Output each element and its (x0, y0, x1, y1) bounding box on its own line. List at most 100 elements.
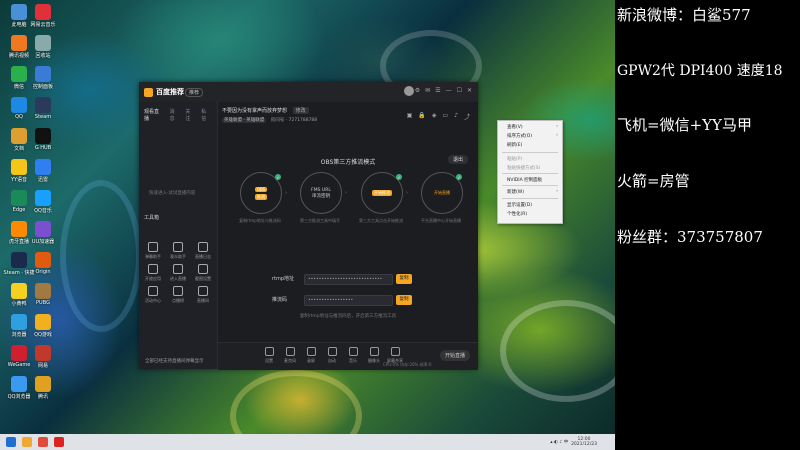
edit-title-button[interactable]: 修改 (292, 107, 309, 114)
bottom-toolbar-item[interactable]: 录屏 (300, 347, 322, 364)
desktop-icon[interactable]: Origin (30, 252, 56, 275)
context-menu-item[interactable]: 刷新(E) (507, 142, 522, 148)
desktop-icon[interactable]: WeGame (6, 345, 32, 368)
taskbar-app-icon[interactable] (54, 437, 64, 447)
close-icon[interactable]: ✕ (467, 87, 472, 94)
desktop-icon-label: 网易云音乐 (30, 22, 56, 28)
desktop-icon[interactable]: 网易云音乐 (30, 4, 56, 28)
toolbox-item[interactable]: 直播日志 (192, 242, 214, 260)
app-title-bar[interactable]: 百度推荐 推荐 ⚙ ✉ ☰ — ☐ ✕ (139, 82, 478, 102)
context-menu-item[interactable]: 粘贴(P) (507, 156, 522, 162)
context-menu-item[interactable]: 显示设置(D) (507, 202, 532, 208)
taskbar: ▴ ◐ ♪ 中 12:00 2021/12/23 (0, 434, 615, 450)
bottom-toolbar-item[interactable]: 音乐 (342, 347, 364, 364)
live-app-window[interactable]: 百度推荐 推荐 ⚙ ✉ ☰ — ☐ ✕ 观看直播 消息 关注 私信 快速进入·试… (139, 82, 478, 370)
desktop-icon[interactable]: QQ游戏 (30, 314, 56, 338)
toolbar-icon (369, 347, 379, 356)
tab-watch[interactable]: 观看直播 (144, 108, 164, 122)
toolbar-icon (285, 347, 295, 356)
desktop[interactable]: 此电脑 网易云音乐腾讯视频 回收站微信 控制面板 QQ Steam 文档 G HUB YY语音 迅… (0, 0, 615, 434)
app-icon (35, 252, 51, 268)
toolbox-item[interactable]: 观众助手 (167, 242, 189, 260)
toolbox-item[interactable]: 进入直播 (167, 264, 189, 282)
toolbox-item[interactable]: 活动中心 (142, 286, 164, 304)
tab-follow[interactable]: 关注 (185, 108, 195, 122)
desktop-icon[interactable]: 迅雷 (30, 159, 56, 183)
toolbox-item[interactable]: 弹幕助手 (142, 242, 164, 260)
bottom-toolbar-item[interactable]: 麦克风 (279, 347, 301, 364)
desktop-icon[interactable]: 小黄鸭 (6, 283, 32, 307)
shop-icon[interactable]: ▣ (407, 112, 413, 121)
desktop-icon[interactable]: PUBG (30, 283, 56, 306)
bottom-toolbar-item[interactable]: 设置 (258, 347, 280, 364)
exit-obs-button[interactable]: 退出 (447, 155, 468, 164)
start-live-button[interactable]: 开始直播 (439, 350, 470, 361)
maximize-icon[interactable]: ☐ (457, 87, 462, 94)
desktop-icon[interactable]: Steam (30, 97, 56, 120)
app-icon (35, 190, 51, 206)
desktop-icon[interactable]: UU加速器 (30, 221, 56, 245)
context-menu-item[interactable]: 查看(V) (507, 124, 523, 130)
desktop-icon[interactable]: 虎牙直播 (6, 221, 32, 245)
tool-icon (173, 286, 183, 296)
stream-title: 不要因为没有掌声而放弃梦想 修改 (222, 107, 309, 114)
clock[interactable]: 12:00 2021/12/23 (571, 437, 597, 447)
app-badge[interactable]: 推荐 (185, 88, 204, 97)
tab-private[interactable]: 私信 (201, 108, 211, 122)
desktop-icon-label: 文档 (13, 146, 24, 152)
desktop-icon[interactable]: 回收站 (30, 35, 56, 59)
stream-key-input[interactable]: ••••••••••••••••• (304, 295, 393, 306)
bottom-toolbar-item[interactable]: 自动 (321, 347, 343, 364)
step-check-icon: ✓ (396, 174, 402, 180)
desktop-icon[interactable]: 浏览器 (6, 314, 32, 338)
desktop-icon-label: YY语音 (10, 177, 28, 183)
bottom-toolbar-item[interactable]: 摄像头 (363, 347, 385, 364)
copy-key-button[interactable]: 复制 (396, 295, 412, 305)
desktop-icon[interactable]: QQ音乐 (30, 190, 56, 214)
toolbox-item[interactable]: 截图设置 (192, 264, 214, 282)
desktop-icon[interactable]: 腾讯视频 (6, 35, 32, 59)
settings-icon[interactable]: ⚙ (415, 87, 420, 94)
lock-icon[interactable]: 🔒 (418, 112, 425, 121)
copy-rtmp-button[interactable]: 复制 (396, 274, 412, 284)
overlay-line-rocket: 火箭=房管 (617, 172, 690, 190)
bell-icon[interactable]: ♪ (454, 112, 458, 121)
desktop-icon[interactable]: 控制面板 (30, 66, 56, 90)
tray-icons[interactable]: ▴ ◐ ♪ 中 (550, 439, 571, 445)
context-menu-item[interactable]: 新建(W) (507, 189, 524, 195)
taskbar-app-icon[interactable] (38, 437, 48, 447)
system-tray[interactable]: ▴ ◐ ♪ 中 12:00 2021/12/23 (550, 434, 597, 450)
desktop-icon[interactable]: 此电脑 (6, 4, 32, 28)
desktop-icon[interactable]: 腾讯 (30, 376, 56, 400)
toolbox-item[interactable]: 开放应用 (142, 264, 164, 282)
desktop-icon[interactable]: 文档 (6, 128, 32, 152)
toolbox-item[interactable]: 直播间 (192, 286, 214, 304)
category-tag[interactable]: 英雄联盟 · 英雄联盟 (222, 118, 267, 123)
context-menu-item[interactable]: 排序方式(O) (507, 133, 532, 139)
minimize-icon[interactable]: — (446, 87, 452, 94)
context-menu-item[interactable]: NVIDIA 控制面板 (507, 177, 542, 183)
mail-icon[interactable]: ✉ (425, 87, 430, 94)
context-menu-item[interactable]: 个性化(R) (507, 211, 527, 217)
gift-icon[interactable]: ◈ (432, 112, 437, 121)
desktop-icon[interactable]: Steam · 快捷 (4, 252, 34, 276)
desktop-icon[interactable]: QQ浏览器 (6, 376, 32, 400)
taskbar-explorer-icon[interactable] (22, 437, 32, 447)
menu-icon[interactable]: ☰ (435, 87, 440, 94)
share-icon[interactable]: ⤴ (464, 112, 470, 121)
desktop-icon[interactable]: 网易 (30, 345, 56, 369)
toolbox-item[interactable]: 点播榜 (167, 286, 189, 304)
desktop-icon[interactable]: 微信 (6, 66, 32, 90)
desktop-icon[interactable]: QQ (6, 97, 32, 120)
tool-icon (198, 264, 208, 274)
context-menu-item[interactable]: 粘贴快捷方式(S) (507, 165, 540, 171)
start-icon[interactable] (6, 437, 16, 447)
desktop-icon[interactable]: Edge (6, 190, 32, 213)
tool-label: 弹幕助手 (145, 254, 161, 259)
desktop-icon[interactable]: G HUB (30, 128, 56, 151)
screen-icon[interactable]: ▭ (442, 112, 448, 121)
desktop-icon[interactable]: YY语音 (6, 159, 32, 183)
stream-title-text: 不要因为没有掌声而放弃梦想 (222, 108, 288, 114)
rtmp-input[interactable]: •••••••••••••••••••••••••••• (304, 274, 393, 285)
tab-messages[interactable]: 消息 (170, 108, 180, 122)
